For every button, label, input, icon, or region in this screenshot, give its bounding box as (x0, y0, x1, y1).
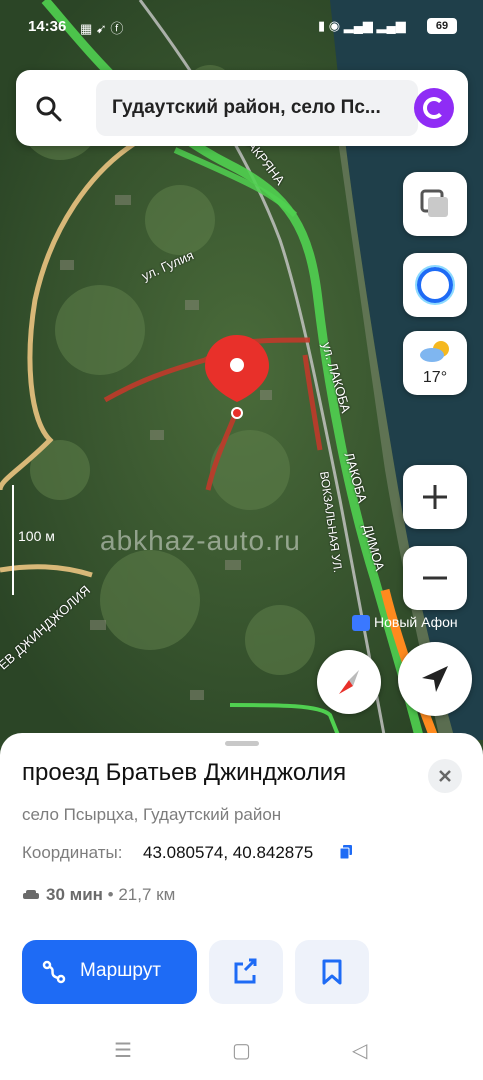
zoom-in-button[interactable] (403, 465, 467, 529)
train-station-icon (352, 615, 370, 632)
layers-icon (420, 189, 448, 217)
copy-icon[interactable] (340, 845, 352, 859)
search-input[interactable]: Гудаутский район, село Пс... (96, 80, 418, 136)
sheet-handle[interactable] (225, 741, 259, 746)
scale-bar (12, 485, 14, 595)
status-bar: 14:36 ▦ ➹ ⓕ ▮ ◉ ▂▄▆ ▂▄▆ 69 (0, 0, 483, 50)
home-icon[interactable]: ▢ (232, 1038, 251, 1063)
poi-label: Новый Афон (374, 614, 458, 630)
bookmark-icon (322, 959, 342, 985)
weather-button[interactable]: 17° (403, 331, 467, 395)
trip-info: 30 мин • 21,7 км (22, 885, 175, 905)
compass-button[interactable] (317, 650, 381, 714)
weather-icon (420, 341, 449, 362)
watermark: abkhaz-auto.ru (100, 525, 301, 556)
battery-indicator: 69 (427, 18, 457, 34)
zoom-out-icon (423, 576, 447, 580)
place-title: проезд Братьев Джинджолия (22, 759, 347, 786)
share-button[interactable] (209, 940, 283, 1004)
alice-assistant-button[interactable] (403, 253, 467, 317)
place-subtitle: село Псырцха, Гудаутский район (22, 805, 282, 824)
compass-icon (339, 670, 359, 694)
scale-label: 100 м (18, 528, 55, 544)
weather-temp: 17° (422, 369, 448, 386)
trip-distance: • 21,7 км (107, 885, 176, 904)
back-icon[interactable]: ◁ (352, 1038, 367, 1063)
zoom-out-button[interactable] (403, 546, 467, 610)
coordinates-label: Координаты: (22, 843, 123, 862)
menu-icon[interactable]: ☰ (114, 1038, 132, 1063)
car-icon (23, 890, 39, 899)
close-button[interactable] (428, 759, 462, 793)
route-icon (42, 960, 66, 984)
zoom-in-icon (423, 485, 447, 509)
notification-icon: ▦ ➹ ⓕ (80, 21, 124, 36)
poi-novy-afon[interactable]: Новый Афон (352, 614, 458, 632)
status-time: 14:36 (28, 18, 67, 35)
bookmark-button[interactable] (295, 940, 369, 1004)
alice-icon[interactable] (414, 88, 454, 128)
search-text: Гудаутский район, село Пс... (112, 97, 381, 118)
trip-duration: 30 мин (46, 885, 103, 904)
signal-icons: ▮ ◉ ▂▄▆ ▂▄▆ (318, 18, 406, 33)
system-nav-bar: ☰ ▢ ◁ (0, 1022, 483, 1080)
search-bar[interactable]: Гудаутский район, село Пс... (16, 70, 468, 146)
route-button[interactable]: Маршрут (22, 940, 197, 1004)
coordinates-value[interactable]: 43.080574, 40.842875 (143, 843, 313, 863)
alice-ring-icon (415, 265, 455, 305)
search-icon[interactable] (34, 94, 64, 124)
route-label: Маршрут (80, 960, 161, 981)
layers-button[interactable] (403, 172, 467, 236)
locate-icon (422, 666, 448, 692)
share-icon (234, 958, 257, 984)
locate-button[interactable] (398, 642, 472, 716)
close-icon (439, 770, 451, 782)
